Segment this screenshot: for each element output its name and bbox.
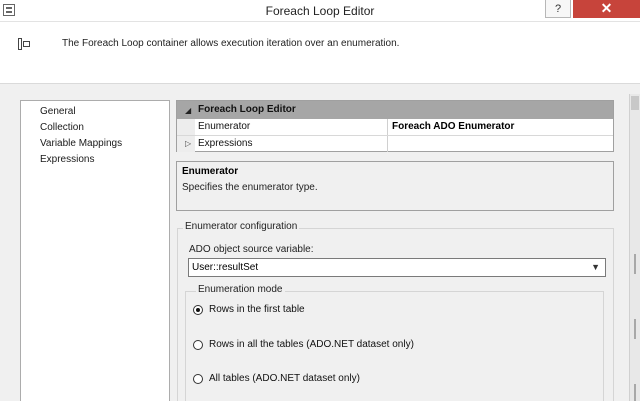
radio-label[interactable]: Rows in the first table [209,304,305,315]
radio-unselected-icon[interactable] [193,374,203,384]
property-name: Expressions [198,138,253,149]
header-description: The Foreach Loop container allows execut… [62,38,400,49]
description-title: Enumerator [182,166,239,177]
scrollbar-thumb[interactable] [631,96,639,110]
description-text: Specifies the enumerator type. [182,182,318,193]
collapse-triangle-icon[interactable]: ◢ [185,106,191,115]
vertical-scrollbar[interactable] [629,94,640,401]
nav-item-general[interactable]: General [40,104,169,120]
radio-unselected-icon[interactable] [193,340,203,350]
expressions-value[interactable] [387,136,613,152]
property-row-enumerator[interactable]: Enumerator Foreach ADO Enumerator [177,119,613,135]
property-category-header[interactable]: ◢ Foreach Loop Editor [177,101,613,119]
editor-header: The Foreach Loop container allows execut… [0,22,640,84]
property-grid: ◢ Foreach Loop Editor Enumerator Foreach… [176,100,614,152]
nav-item-variable-mappings[interactable]: Variable Mappings [40,136,169,152]
enumeration-mode-label: Enumeration mode [196,284,285,295]
enumerator-value[interactable]: Foreach ADO Enumerator [387,119,613,135]
close-button[interactable]: ✕ [573,0,640,18]
expand-triangle-icon[interactable]: ▷ [185,139,191,148]
source-variable-select[interactable]: User::resultSet ▼ [188,258,606,277]
source-variable-value: User::resultSet [192,262,259,273]
title-bar: Foreach Loop Editor ? ✕ [0,0,640,22]
radio-label[interactable]: All tables (ADO.NET dataset only) [209,373,360,384]
property-name: Enumerator [198,121,251,132]
enumerator-configuration-label: Enumerator configuration [183,221,300,232]
radio-selected-icon[interactable] [193,305,203,315]
chevron-down-icon[interactable]: ▼ [591,262,600,272]
property-description-panel: Enumerator Specifies the enumerator type… [176,161,614,211]
source-variable-label: ADO object source variable: [189,244,314,255]
property-row-expressions[interactable]: ▷ Expressions [177,135,613,152]
property-category-label: Foreach Loop Editor [198,104,296,115]
window-title: Foreach Loop Editor [265,4,375,18]
nav-item-expressions[interactable]: Expressions [40,152,169,168]
nav-item-collection[interactable]: Collection [40,120,169,136]
radio-label[interactable]: Rows in all the tables (ADO.NET dataset … [209,339,414,350]
help-button[interactable]: ? [545,0,571,18]
page-navigation-list: General Collection Variable Mappings Exp… [20,100,170,401]
foreach-loop-container-icon [18,38,32,50]
